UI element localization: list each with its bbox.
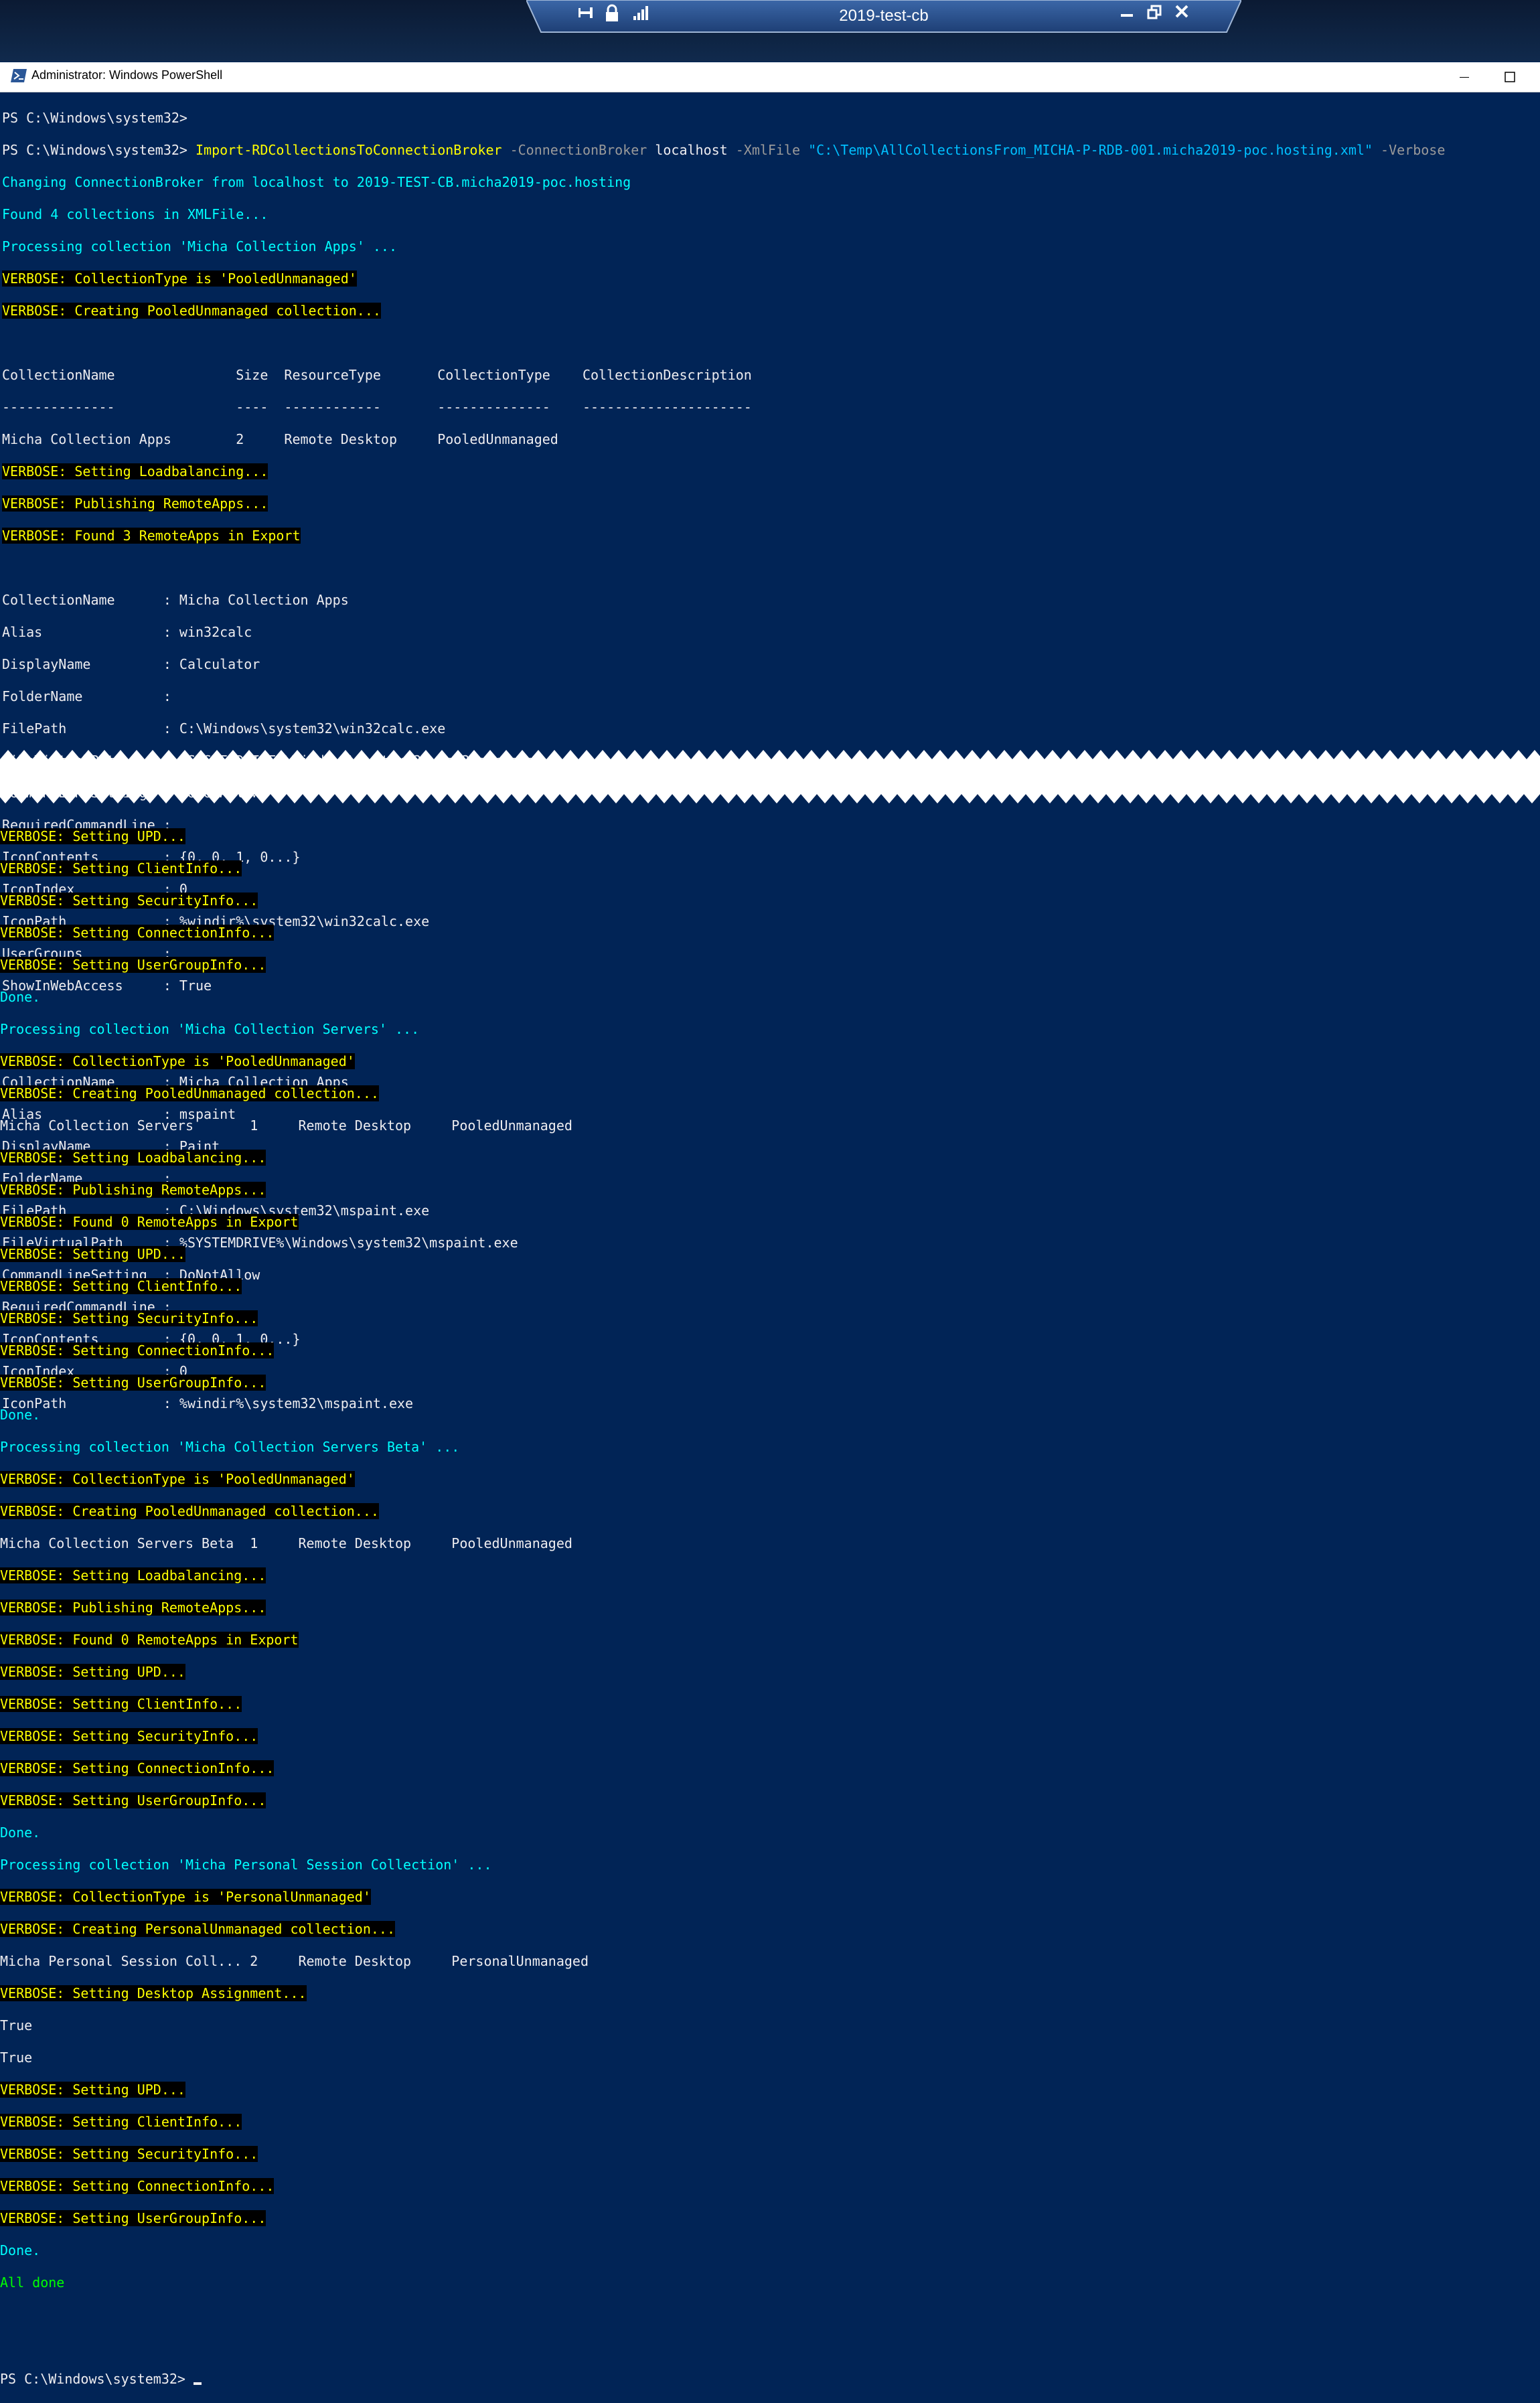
- verbose-line: VERBOSE: Creating PersonalUnmanaged coll…: [0, 1921, 396, 1937]
- verbose-line: VERBOSE: Setting Loadbalancing...: [2, 463, 268, 479]
- done-line: Done.: [0, 1825, 41, 1841]
- table-row: Micha Collection Servers 1 Remote Deskto…: [0, 1117, 572, 1134]
- cmdlet-name: Import-RDCollectionsToConnectionBroker: [195, 142, 502, 158]
- verbose-line: VERBOSE: Setting UPD...: [0, 2082, 185, 2098]
- verbose-line: VERBOSE: CollectionType is 'PooledUnmana…: [2, 270, 357, 287]
- verbose-line: VERBOSE: Setting UserGroupInfo...: [0, 2210, 266, 2226]
- verbose-line: VERBOSE: Found 0 RemoteApps in Export: [0, 1214, 299, 1230]
- verbose-line: VERBOSE: Setting ClientInfo...: [0, 1278, 242, 1294]
- info-line: Changing ConnectionBroker from localhost…: [2, 174, 631, 190]
- window-maximize-icon: [1505, 72, 1515, 82]
- verbose-line: VERBOSE: Creating PooledUnmanaged collec…: [0, 1085, 379, 1101]
- command-line: PS C:\Windows\system32> Import-RDCollect…: [2, 142, 1445, 158]
- verbose-line: VERBOSE: Publishing RemoteApps...: [0, 1600, 266, 1616]
- output-line: True: [0, 2049, 33, 2066]
- prompt: PS C:\Windows\system32>: [2, 142, 196, 158]
- param-value-localhost: localhost: [647, 142, 728, 158]
- param-verbose: -Verbose: [1373, 142, 1446, 158]
- verbose-line: VERBOSE: Setting ClientInfo...: [0, 2114, 242, 2130]
- info-line: Processing collection 'Micha Personal Se…: [0, 1857, 492, 1873]
- verbose-line: VERBOSE: Publishing RemoteApps...: [2, 495, 268, 512]
- info-line: Processing collection 'Micha Collection …: [0, 1439, 460, 1455]
- done-line: Done.: [0, 2242, 41, 2258]
- verbose-line: VERBOSE: Publishing RemoteApps...: [0, 1182, 266, 1198]
- verbose-line: VERBOSE: Setting ClientInfo...: [0, 1696, 242, 1712]
- info-line: Found 4 collections in XMLFile...: [2, 206, 268, 222]
- property-line: DisplayName : Calculator: [2, 656, 260, 672]
- verbose-line: VERBOSE: Creating PooledUnmanaged collec…: [2, 303, 381, 319]
- rdp-connection-bar[interactable]: 2019-test-cb: [526, 0, 1241, 33]
- verbose-line: VERBOSE: Setting UserGroupInfo...: [0, 1375, 266, 1391]
- verbose-line: VERBOSE: Setting Loadbalancing...: [0, 1567, 266, 1583]
- verbose-line: VERBOSE: Found 3 RemoteApps in Export: [2, 528, 301, 544]
- verbose-line: VERBOSE: Setting ConnectionInfo...: [0, 1760, 275, 1776]
- verbose-line: VERBOSE: Found 0 RemoteApps in Export: [0, 1632, 299, 1648]
- property-line: FolderName :: [2, 688, 171, 704]
- verbose-line: VERBOSE: Setting Desktop Assignment...: [0, 1985, 307, 2001]
- verbose-line: VERBOSE: Creating PooledUnmanaged collec…: [0, 1503, 379, 1519]
- minimize-button[interactable]: [1441, 62, 1488, 92]
- console-line: PS C:\Windows\system32>: [2, 110, 187, 126]
- property-line: Alias : win32calc: [2, 624, 252, 640]
- verbose-line: VERBOSE: Setting SecurityInfo...: [0, 2146, 258, 2162]
- verbose-line: VERBOSE: Setting SecurityInfo...: [0, 1310, 258, 1326]
- done-line: Done.: [0, 989, 41, 1005]
- powershell-icon: [11, 69, 27, 86]
- property-line: CollectionName : Micha Collection Apps: [2, 592, 349, 608]
- verbose-line: VERBOSE: Setting SecurityInfo...: [0, 1728, 258, 1744]
- verbose-line: VERBOSE: Setting UPD...: [0, 1246, 185, 1262]
- output-line: True: [0, 2017, 33, 2033]
- param-value-xmlpath: "C:\Temp\AllCollectionsFrom_MICHA-P-RDB-…: [800, 142, 1373, 158]
- verbose-line: VERBOSE: CollectionType is 'PooledUnmana…: [0, 1471, 355, 1487]
- window-titlebar[interactable]: Administrator: Windows PowerShell: [0, 62, 1540, 92]
- verbose-line: VERBOSE: CollectionType is 'PersonalUnma…: [0, 1889, 371, 1905]
- verbose-line: VERBOSE: Setting UserGroupInfo...: [0, 957, 266, 973]
- prompt: PS C:\Windows\system32>: [0, 2371, 194, 2387]
- verbose-line: VERBOSE: Setting UPD...: [0, 1664, 185, 1680]
- console-output-bottom[interactable]: VERBOSE: Setting UPD... VERBOSE: Setting…: [0, 812, 589, 2403]
- window-minimize-icon: [1460, 77, 1469, 78]
- text-cursor: [193, 2382, 202, 2385]
- verbose-line: VERBOSE: Setting ClientInfo...: [0, 860, 242, 876]
- param-connectionbroker: -ConnectionBroker: [502, 142, 647, 158]
- all-done-line: All done: [0, 2274, 65, 2291]
- verbose-line: VERBOSE: Setting SecurityInfo...: [0, 893, 258, 909]
- close-icon[interactable]: [1174, 4, 1197, 28]
- torn-edge-divider: [0, 750, 1540, 803]
- info-line: Processing collection 'Micha Collection …: [2, 238, 398, 254]
- minimize-icon[interactable]: [1120, 4, 1142, 28]
- verbose-line: VERBOSE: Setting ConnectionInfo...: [0, 1342, 275, 1359]
- verbose-line: VERBOSE: Setting Loadbalancing...: [0, 1150, 266, 1166]
- done-line: Done.: [0, 1407, 41, 1423]
- table-row: Micha Collection Servers Beta 1 Remote D…: [0, 1535, 572, 1551]
- param-xmlfile: -XmlFile: [727, 142, 801, 158]
- property-line: FilePath : C:\Windows\system32\win32calc…: [2, 720, 446, 737]
- verbose-line: VERBOSE: Setting UPD...: [0, 828, 185, 844]
- table-row: Micha Collection Apps 2 Remote Desktop P…: [2, 431, 558, 447]
- maximize-button[interactable]: [1486, 62, 1533, 92]
- verbose-line: VERBOSE: Setting ConnectionInfo...: [0, 2178, 275, 2194]
- verbose-line: VERBOSE: CollectionType is 'PooledUnmana…: [0, 1053, 355, 1069]
- table-header: CollectionName Size ResourceType Collect…: [2, 367, 752, 383]
- table-row: Micha Personal Session Coll... 2 Remote …: [0, 1953, 589, 1969]
- table-separator: -------------- ---- ------------ -------…: [2, 399, 752, 415]
- final-prompt-line[interactable]: PS C:\Windows\system32>: [0, 2371, 589, 2387]
- window-title: Administrator: Windows PowerShell: [31, 68, 223, 82]
- verbose-line: VERBOSE: Setting ConnectionInfo...: [0, 925, 275, 941]
- restore-icon[interactable]: [1146, 4, 1169, 28]
- info-line: Processing collection 'Micha Collection …: [0, 1021, 420, 1037]
- verbose-line: VERBOSE: Setting UserGroupInfo...: [0, 1792, 266, 1808]
